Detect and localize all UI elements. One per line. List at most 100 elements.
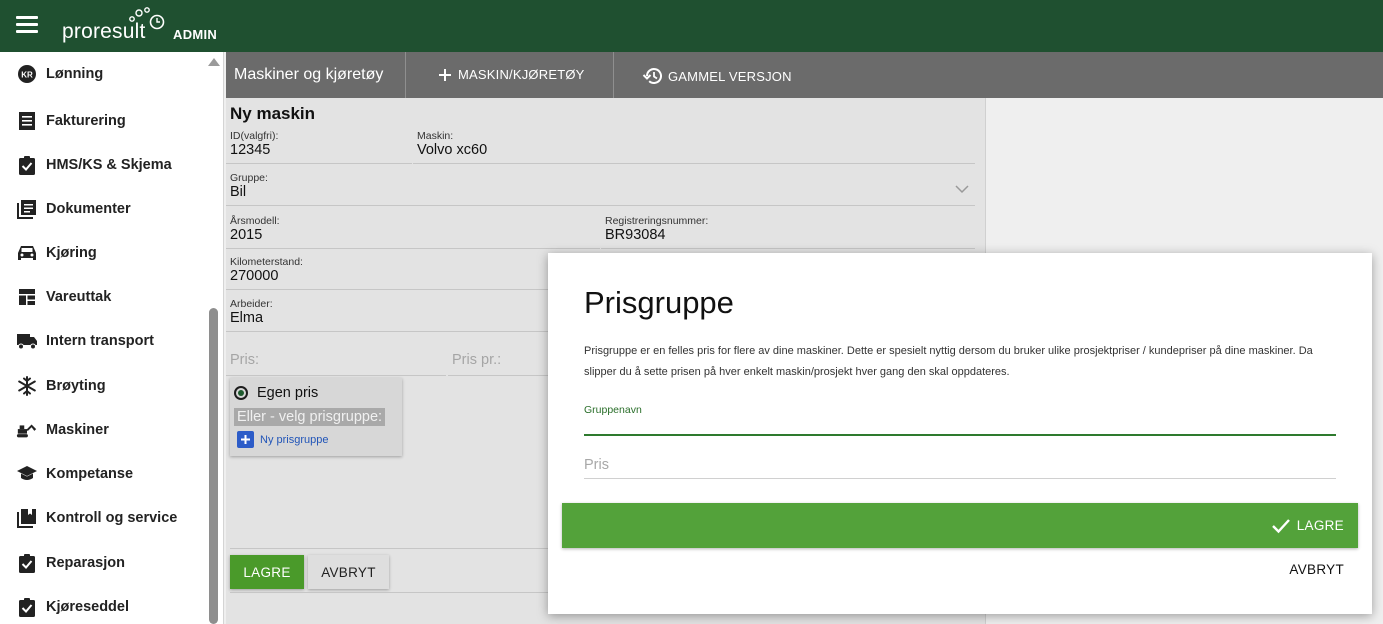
sidebar-item-label: HMS/KS & Skjema xyxy=(46,157,172,173)
sidebar-item-kompetanse[interactable]: Kompetanse xyxy=(0,454,205,494)
sidebar-item-kjoring[interactable]: Kjøring xyxy=(0,233,205,273)
price-option-menu: Egen pris Eller - velg prisgruppe: Ny pr… xyxy=(230,378,402,456)
choose-price-group-heading: Eller - velg prisgruppe: xyxy=(234,408,386,426)
page-header: Maskiner og kjøretøy MASKIN/KJØRETØY GAM… xyxy=(226,52,1383,98)
svg-text:KR: KR xyxy=(21,71,33,80)
sidebar-item-label: Fakturering xyxy=(46,113,126,129)
dialog-description: Prisgruppe er en felles pris for flere a… xyxy=(584,345,1313,378)
price-input-underline xyxy=(584,478,1336,479)
id-field-value: 12345 xyxy=(230,142,271,158)
group-name-input[interactable]: Gruppenavn xyxy=(584,404,1336,434)
sidebar-item-label: Intern transport xyxy=(46,333,154,349)
sidebar-item-vareuttak[interactable]: Vareuttak xyxy=(0,277,205,317)
sidebar-item-reparasjon[interactable]: Reparasjon xyxy=(0,543,205,583)
car-icon xyxy=(16,242,38,264)
mileage-label: Kilometerstand: xyxy=(230,256,303,268)
sidebar-item-label: Kompetanse xyxy=(46,466,134,482)
check-icon xyxy=(1271,518,1290,533)
dashboard-grid-icon xyxy=(16,286,38,308)
sidebar-item-label: Kjøreseddel xyxy=(46,599,129,615)
sidebar-item-label: Kjøring xyxy=(46,245,97,261)
worker-value: Elma xyxy=(230,310,264,326)
year-model-label: Årsmodell: xyxy=(230,215,280,227)
form-title: Ny maskin xyxy=(230,104,316,123)
price-per-input[interactable]: Pris pr.: xyxy=(448,338,548,376)
mileage-value: 270000 xyxy=(230,268,279,284)
old-version-button[interactable]: GAMMEL VERSJON xyxy=(642,67,792,85)
dialog-save-label: LAGRE xyxy=(1296,518,1344,533)
sidebar-item-lonning[interactable]: KR Lønning xyxy=(0,54,205,94)
history-icon xyxy=(642,68,662,84)
dialog-save-button[interactable]: LAGRE xyxy=(562,503,1358,548)
chevron-down-icon xyxy=(955,185,969,194)
sidebar: KR Lønning Fakturering HMS/KS & Skjema D… xyxy=(0,52,224,624)
dialog-cancel-button[interactable]: AVBRYT xyxy=(1289,562,1344,577)
year-model-field[interactable]: Årsmodell: 2015 xyxy=(226,215,600,249)
sidebar-item-kontroll-og-service[interactable]: Kontroll og service xyxy=(0,498,205,538)
old-version-label: GAMMEL VERSJON xyxy=(668,68,792,84)
scroll-up-arrow-icon[interactable] xyxy=(208,58,220,66)
sidebar-item-label: Kontroll og service xyxy=(46,510,178,526)
library-books-icon xyxy=(16,507,38,529)
scrollbar-thumb[interactable] xyxy=(209,308,218,624)
invoice-icon xyxy=(16,110,38,132)
sidebar-item-label: Reparasjon xyxy=(46,555,125,571)
id-field-label: ID(valgfri): xyxy=(230,130,279,142)
id-field[interactable]: ID(valgfri): 12345 xyxy=(226,130,412,164)
group-select-label: Gruppe: xyxy=(230,172,268,184)
new-price-group-label: Ny prisgruppe xyxy=(260,433,329,446)
price-placeholder: Pris: xyxy=(230,352,259,368)
logo-bubbles-icon xyxy=(129,7,165,30)
sidebar-item-hms[interactable]: HMS/KS & Skjema xyxy=(0,145,205,185)
sidebar-item-label: Dokumenter xyxy=(46,201,131,217)
sidebar-item-label: Maskiner xyxy=(46,422,109,438)
radio-selected[interactable] xyxy=(234,386,248,400)
header-divider xyxy=(405,52,406,98)
mileage-field[interactable]: Kilometerstand: 270000 xyxy=(226,256,600,290)
group-name-label: Gruppenavn xyxy=(584,404,642,416)
cancel-button[interactable]: AVBRYT xyxy=(308,555,389,589)
clipboard-check-icon xyxy=(16,154,38,176)
top-app-bar: proresult ADMIN xyxy=(0,0,1383,52)
dialog-title: Prisgruppe xyxy=(584,285,734,320)
graduation-cap-icon xyxy=(16,463,38,485)
save-button[interactable]: LAGRE xyxy=(230,555,304,589)
documents-icon xyxy=(16,198,38,220)
plus-box-icon xyxy=(237,431,254,448)
group-name-underline xyxy=(584,434,1336,436)
clipboard-check-icon xyxy=(16,596,38,618)
registration-label: Registreringsnummer: xyxy=(605,215,709,227)
group-select[interactable]: Gruppe: Bil xyxy=(226,172,975,206)
sidebar-item-label: Lønning xyxy=(46,66,104,82)
registration-field[interactable]: Registreringsnummer: BR93084 xyxy=(601,215,975,249)
sidebar-item-label: Brøyting xyxy=(46,378,106,394)
registration-value: BR93084 xyxy=(605,227,666,243)
worker-field[interactable]: Arbeider: Elma xyxy=(226,298,600,332)
price-group-dialog: Prisgruppe Prisgruppe er en felles pris … xyxy=(548,253,1372,614)
add-machine-label: MASKIN/KJØRETØY xyxy=(458,67,585,82)
page-title: Maskiner og kjøretøy xyxy=(234,66,384,83)
sidebar-item-dokumenter[interactable]: Dokumenter xyxy=(0,189,205,229)
year-model-value: 2015 xyxy=(230,227,263,243)
own-price-option[interactable]: Egen pris xyxy=(234,385,318,401)
sidebar-item-broyting[interactable]: Brøyting xyxy=(0,366,205,406)
sidebar-item-kjoreseddel[interactable]: Kjøreseddel xyxy=(0,587,205,624)
sidebar-item-maskiner[interactable]: Maskiner xyxy=(0,410,205,450)
price-input-placeholder[interactable]: Pris xyxy=(584,457,609,473)
sidebar-item-intern-transport[interactable]: Intern transport xyxy=(0,321,205,361)
sidebar-item-label: Vareuttak xyxy=(46,289,112,305)
plus-icon xyxy=(439,68,451,81)
machine-name-field[interactable]: Maskin: Volvo xc60 xyxy=(413,130,975,164)
price-input[interactable]: Pris: xyxy=(226,338,446,376)
excavator-icon xyxy=(16,419,38,441)
sidebar-scrollbar[interactable] xyxy=(206,52,220,624)
add-machine-button[interactable]: MASKIN/KJØRETØY xyxy=(438,67,585,82)
new-price-group-button[interactable]: Ny prisgruppe xyxy=(237,431,328,448)
sidebar-item-fakturering[interactable]: Fakturering xyxy=(0,101,205,141)
machine-name-label: Maskin: xyxy=(417,130,454,142)
group-select-value: Bil xyxy=(230,184,247,200)
menu-icon[interactable] xyxy=(16,16,38,34)
truck-icon xyxy=(16,330,38,352)
machine-name-value: Volvo xc60 xyxy=(417,142,488,158)
clipboard-check-icon xyxy=(16,552,38,574)
